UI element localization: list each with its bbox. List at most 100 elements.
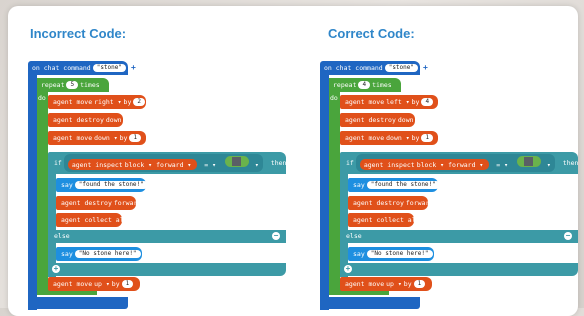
comparison-dropdown[interactable]: = ▾ <box>204 161 216 169</box>
agent-inspect-label: agent inspect <box>71 160 123 169</box>
distance-input[interactable]: 1 <box>413 280 426 288</box>
inspect-condition[interactable]: agent inspect block ▾ forward ▾ = ▾ ▾ <box>63 153 263 173</box>
event-block-footer <box>320 297 420 309</box>
say-label: say <box>353 249 365 258</box>
by-label: by <box>411 97 420 106</box>
agent-collect-label: agent collect all <box>353 215 420 224</box>
agent-destroy-block[interactable]: agent destroy down ▾ <box>48 113 129 127</box>
plus-circle-icon[interactable]: + <box>423 64 428 72</box>
by-label: by <box>123 97 132 106</box>
distance-input[interactable]: 2 <box>133 98 145 106</box>
agent-destroy-block[interactable]: agent destroy down ▾ <box>340 113 421 127</box>
distance-input[interactable]: 1 <box>421 134 434 142</box>
else-row[interactable]: else <box>48 230 286 243</box>
comparison-dropdown[interactable]: = ▾ <box>496 161 508 169</box>
do-label: do <box>330 94 338 102</box>
agent-move-label: agent move <box>345 279 385 288</box>
agent-destroy-label: agent destroy <box>345 115 396 124</box>
by-label: by <box>411 133 420 142</box>
chat-command-arg[interactable]: "stone" <box>92 64 126 72</box>
chat-command-arg[interactable]: "stone" <box>384 64 418 72</box>
agent-destroy-block[interactable]: agent destroy forward ▾ <box>348 196 441 210</box>
say-text-input[interactable]: "No stone here!" <box>366 250 433 258</box>
repeat-label: repeat <box>41 80 65 89</box>
else-label: else <box>346 232 362 241</box>
plus-circle-icon[interactable]: + <box>131 64 136 72</box>
minus-circle-icon[interactable]: − <box>272 232 280 240</box>
direction-dropdown[interactable]: forward ▾ <box>114 200 149 207</box>
inspect-type-dropdown[interactable]: block ▾ <box>417 162 444 169</box>
event-block-body <box>320 75 329 310</box>
plus-circle-icon[interactable]: + <box>52 265 60 273</box>
direction-dropdown[interactable]: up ▾ <box>386 281 402 288</box>
if-block-footer <box>340 263 578 276</box>
say-block[interactable]: say "No stone here!" <box>56 247 142 261</box>
agent-move-block[interactable]: agent move left ▾ by 4 <box>340 95 438 109</box>
say-block[interactable]: say "found the stone!" <box>56 178 148 192</box>
agent-move-block[interactable]: agent move up ▾ by 1 <box>340 277 432 291</box>
agent-destroy-label: agent destroy <box>353 198 404 207</box>
direction-dropdown[interactable]: down ▾ <box>398 117 421 124</box>
distance-input[interactable]: 1 <box>129 134 142 142</box>
distance-input[interactable]: 4 <box>421 98 434 106</box>
repeat-count-input[interactable]: 5 <box>66 81 79 89</box>
stone-block-icon[interactable] <box>224 155 249 167</box>
event-block-footer <box>28 297 128 309</box>
correct-title: Correct Code: <box>328 26 415 41</box>
say-text-input[interactable]: "No stone here!" <box>74 250 141 258</box>
inspect-condition[interactable]: agent inspect block ▾ forward ▾ = ▾ ▾ <box>355 153 555 173</box>
agent-move-block[interactable]: agent move down ▾ by 1 <box>340 131 438 145</box>
repeat-count-input[interactable]: 4 <box>358 81 371 89</box>
say-block[interactable]: say "No stone here!" <box>348 247 434 261</box>
direction-dropdown[interactable]: up ▾ <box>94 281 110 288</box>
direction-dropdown[interactable]: down ▾ <box>106 117 129 124</box>
agent-destroy-block[interactable]: agent destroy forward ▾ <box>56 196 149 210</box>
stone-block-icon[interactable] <box>516 155 541 167</box>
agent-collect-label: agent collect all <box>61 215 128 224</box>
else-label: else <box>54 232 70 241</box>
say-text-input[interactable]: "found the stone!" <box>74 181 148 189</box>
agent-collect-all-block[interactable]: agent collect all <box>56 213 128 227</box>
agent-move-label: agent move <box>53 97 93 106</box>
inspect-type-dropdown[interactable]: block ▾ <box>125 162 152 169</box>
say-block[interactable]: say "found the stone!" <box>348 178 440 192</box>
times-label: times <box>80 80 100 89</box>
direction-dropdown[interactable]: forward ▾ <box>156 162 191 169</box>
agent-collect-all-block[interactable]: agent collect all <box>348 213 420 227</box>
if-block[interactable]: if agent inspect block ▾ forward ▾ = ▾ ▾… <box>48 152 286 174</box>
agent-move-label: agent move <box>345 133 385 142</box>
agent-move-label: agent move <box>345 97 385 106</box>
direction-dropdown[interactable]: forward ▾ <box>448 162 483 169</box>
agent-inspect-block[interactable]: agent inspect block ▾ forward ▾ <box>359 159 490 171</box>
say-label: say <box>353 180 365 189</box>
plus-circle-icon[interactable]: + <box>344 265 352 273</box>
agent-inspect-block[interactable]: agent inspect block ▾ forward ▾ <box>67 159 198 171</box>
direction-dropdown[interactable]: down ▾ <box>386 135 409 142</box>
say-text-input[interactable]: "found the stone!" <box>366 181 440 189</box>
agent-inspect-label: agent inspect <box>363 160 415 169</box>
direction-dropdown[interactable]: down ▾ <box>94 135 117 142</box>
repeat-block[interactable]: repeat 5 times <box>37 78 109 92</box>
agent-move-block[interactable]: agent move right ▾ by 2 <box>48 95 146 109</box>
by-label: by <box>403 279 412 288</box>
repeat-body: do <box>37 92 48 288</box>
on-chat-command-block[interactable]: on chat command "stone" + <box>28 61 136 75</box>
agent-move-block[interactable]: agent move up ▾ by 1 <box>48 277 140 291</box>
direction-dropdown[interactable]: right ▾ <box>94 99 121 106</box>
on-chat-command-block[interactable]: on chat command "stone" + <box>320 61 428 75</box>
minus-circle-icon[interactable]: − <box>564 232 572 240</box>
agent-destroy-label: agent destroy <box>61 198 112 207</box>
if-block[interactable]: if agent inspect block ▾ forward ▾ = ▾ ▾… <box>340 152 578 174</box>
then-label: then <box>270 158 287 167</box>
direction-dropdown[interactable]: left ▾ <box>386 99 409 106</box>
distance-input[interactable]: 1 <box>121 280 134 288</box>
repeat-block[interactable]: repeat 4 times <box>329 78 401 92</box>
agent-move-block[interactable]: agent move down ▾ by 1 <box>48 131 146 145</box>
if-block-body <box>48 174 56 277</box>
repeat-body: do <box>329 92 340 288</box>
else-row[interactable]: else <box>340 230 578 243</box>
repeat-label: repeat <box>333 80 357 89</box>
comparison-card: Incorrect Code: on chat command "stone" … <box>8 6 578 316</box>
by-label: by <box>119 133 128 142</box>
direction-dropdown[interactable]: forward ▾ <box>406 200 441 207</box>
